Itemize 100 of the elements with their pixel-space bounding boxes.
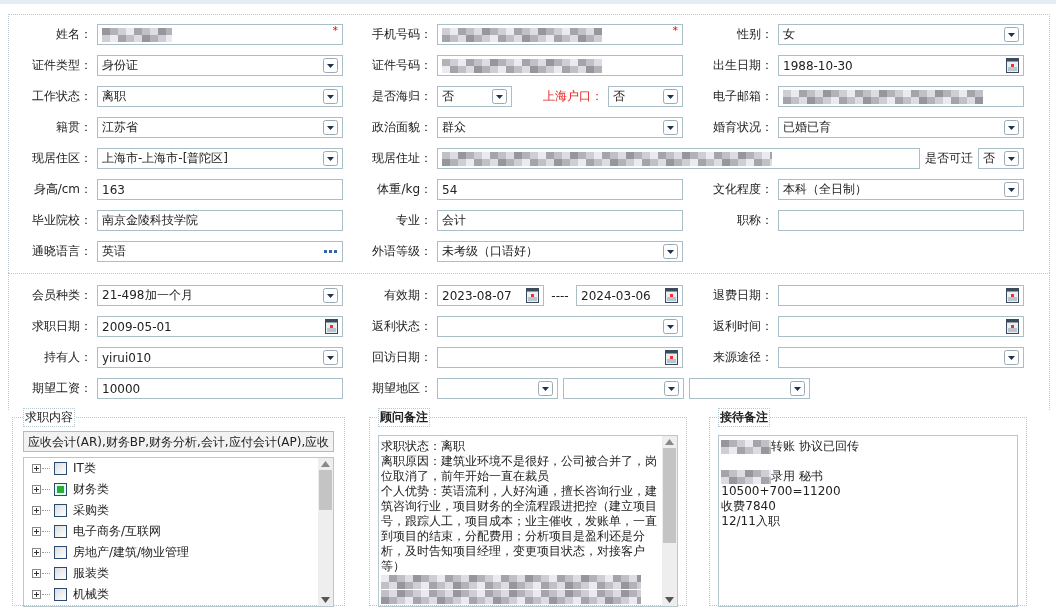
date-field[interactable]: 2009-05-01 — [97, 316, 343, 337]
expand-icon[interactable] — [32, 527, 41, 536]
dropdown[interactable]: 本科（全日制） — [778, 179, 1024, 200]
dropdown-icon[interactable] — [323, 350, 338, 365]
dropdown-icon[interactable] — [664, 381, 679, 396]
checkbox[interactable] — [54, 546, 67, 559]
expand-icon[interactable] — [32, 464, 41, 473]
field-label: 期望地区： — [371, 380, 433, 397]
field-label: 持有人： — [43, 349, 93, 366]
date-field[interactable] — [437, 347, 683, 368]
input-field[interactable]: 会计 — [437, 210, 683, 231]
tree-item[interactable]: 房地产/建筑/物业管理 — [73, 544, 190, 561]
dropdown-icon[interactable] — [323, 151, 338, 166]
input-field[interactable]: 54 — [437, 179, 683, 200]
calendar-icon[interactable] — [325, 319, 338, 334]
field-label: 外语等级： — [371, 243, 433, 260]
field-label: 会员种类： — [31, 287, 93, 304]
scroll-down-icon[interactable] — [665, 597, 675, 603]
calendar-icon[interactable] — [1006, 319, 1019, 334]
calendar-icon[interactable] — [1006, 288, 1019, 303]
dropdown-icon[interactable] — [323, 89, 338, 104]
dropdown-icon[interactable] — [323, 120, 338, 135]
input-field[interactable]: * — [437, 24, 683, 45]
dropdown[interactable]: 女 — [778, 24, 1024, 45]
notes-textarea[interactable]: 求职状态：离职 离职原因：建筑业环境不是很好，公司被合并了，岗 位取消了，前年开始一直在裁员 个人优势：英语流利，人好沟通，擅长咨询行业，建 筑咨询行业，项目财务的全流程跟进把控（建立项目 号，跟踪人工，项目成本；业主催收，发账单，一直 到项目的结束，分配费用；分析项目是盈利还是分 析，及时告知项目经理，变更项目状态，对接客户 等） — [378, 435, 679, 607]
calendar-icon[interactable] — [1006, 58, 1019, 73]
dropdown[interactable]: 未考级（口语好） — [437, 241, 683, 262]
dropdown-icon[interactable] — [663, 120, 678, 135]
input-field[interactable]: 英语 — [97, 241, 343, 262]
dropdown[interactable]: 否 — [437, 86, 512, 107]
dropdown-icon[interactable] — [1004, 27, 1019, 42]
scroll-thumb[interactable] — [319, 470, 333, 510]
category-tree[interactable]: IT类 财务类 采购类 电子商务/互联网 房地产/建筑/物业管理 服装类 机械类 — [23, 457, 335, 607]
checkbox[interactable] — [54, 567, 67, 580]
dropdown[interactable]: 身份证 — [97, 55, 343, 76]
input-field[interactable]: 10000 — [97, 378, 343, 399]
dropdown-icon[interactable] — [663, 319, 678, 334]
calendar-icon[interactable] — [665, 350, 678, 365]
note-line: 12/11入职 — [721, 514, 780, 529]
tree-item[interactable]: 服装类 — [73, 565, 109, 582]
input-field[interactable]: 南京金陵科技学院 — [97, 210, 343, 231]
date-field[interactable] — [778, 316, 1024, 337]
dropdown-icon[interactable] — [323, 288, 338, 303]
input-field[interactable]: 163 — [97, 179, 343, 200]
checkbox[interactable] — [54, 525, 67, 538]
dropdown-icon[interactable] — [538, 381, 553, 396]
expand-icon[interactable] — [32, 506, 41, 515]
dropdown[interactable]: 群众 — [437, 117, 683, 138]
scroll-up-icon[interactable] — [321, 461, 331, 467]
tree-item[interactable]: 机械类 — [73, 586, 109, 603]
dropdown[interactable]: 21-498加一个月 — [97, 285, 343, 306]
dropdown-icon[interactable] — [1004, 151, 1019, 166]
date-field[interactable]: 1988-10-30 — [778, 55, 1024, 76]
dropdown[interactable]: 离职 — [97, 86, 343, 107]
scroll-up-icon[interactable] — [665, 439, 675, 445]
checkbox[interactable] — [54, 504, 67, 517]
dropdown[interactable]: 上海市-上海市-[普陀区] — [97, 148, 343, 169]
date-field[interactable]: 2024-03-06 — [576, 285, 683, 306]
dropdown[interactable]: 已婚已育 — [778, 117, 1024, 138]
calendar-icon[interactable] — [526, 288, 539, 303]
scroll-down-icon[interactable] — [321, 597, 331, 603]
dropdown[interactable]: 江苏省 — [97, 117, 343, 138]
dropdown-icon[interactable] — [663, 244, 678, 259]
tree-item[interactable]: 财务类 — [73, 481, 109, 498]
dropdown-icon[interactable] — [1004, 120, 1019, 135]
calendar-icon[interactable] — [665, 288, 678, 303]
input-field[interactable]: * — [97, 24, 343, 45]
expand-icon[interactable] — [32, 569, 41, 578]
scrollbar[interactable] — [318, 458, 334, 606]
scroll-thumb[interactable] — [663, 448, 677, 543]
tree-item[interactable]: IT类 — [73, 460, 96, 477]
tree-item[interactable]: 电子商务/互联网 — [73, 523, 162, 540]
checkbox[interactable] — [54, 588, 67, 601]
expand-icon[interactable] — [32, 548, 41, 557]
field-label: 专业： — [395, 212, 433, 229]
dropdown[interactable]: 否 — [978, 148, 1024, 169]
selection-field[interactable]: 应收会计(AR),财务BP,财务分析,会计,应付会计(AP),应收 — [23, 431, 335, 452]
input-field[interactable] — [437, 148, 920, 169]
dropdown[interactable]: yirui010 — [97, 347, 343, 368]
dropdown-icon[interactable] — [1004, 350, 1019, 365]
dropdown-icon[interactable] — [492, 89, 507, 104]
input-field[interactable] — [778, 86, 1024, 107]
dropdown-icon[interactable] — [663, 89, 678, 104]
expand-icon[interactable] — [32, 485, 41, 494]
expand-icon[interactable] — [32, 590, 41, 599]
scrollbar[interactable] — [662, 436, 678, 606]
dropdown[interactable]: 否 — [608, 86, 683, 107]
more-icon[interactable] — [324, 249, 338, 254]
notes-textarea[interactable]: 转账 协议已回传 录用 秘书 10500+700=11200 收费7840 12/11入职 — [718, 435, 1019, 607]
checkbox[interactable] — [54, 462, 67, 475]
date-field[interactable]: 2023-08-07 — [437, 285, 544, 306]
dropdown-icon[interactable] — [1004, 182, 1019, 197]
field-label: 上海户口： — [542, 88, 603, 105]
input-field[interactable] — [437, 55, 683, 76]
input-field[interactable] — [778, 210, 1024, 231]
dropdown-icon[interactable] — [323, 58, 338, 73]
date-field[interactable] — [778, 285, 1024, 306]
tree-item[interactable]: 采购类 — [73, 502, 109, 519]
checkbox[interactable] — [54, 483, 67, 496]
dropdown-icon[interactable] — [790, 381, 805, 396]
